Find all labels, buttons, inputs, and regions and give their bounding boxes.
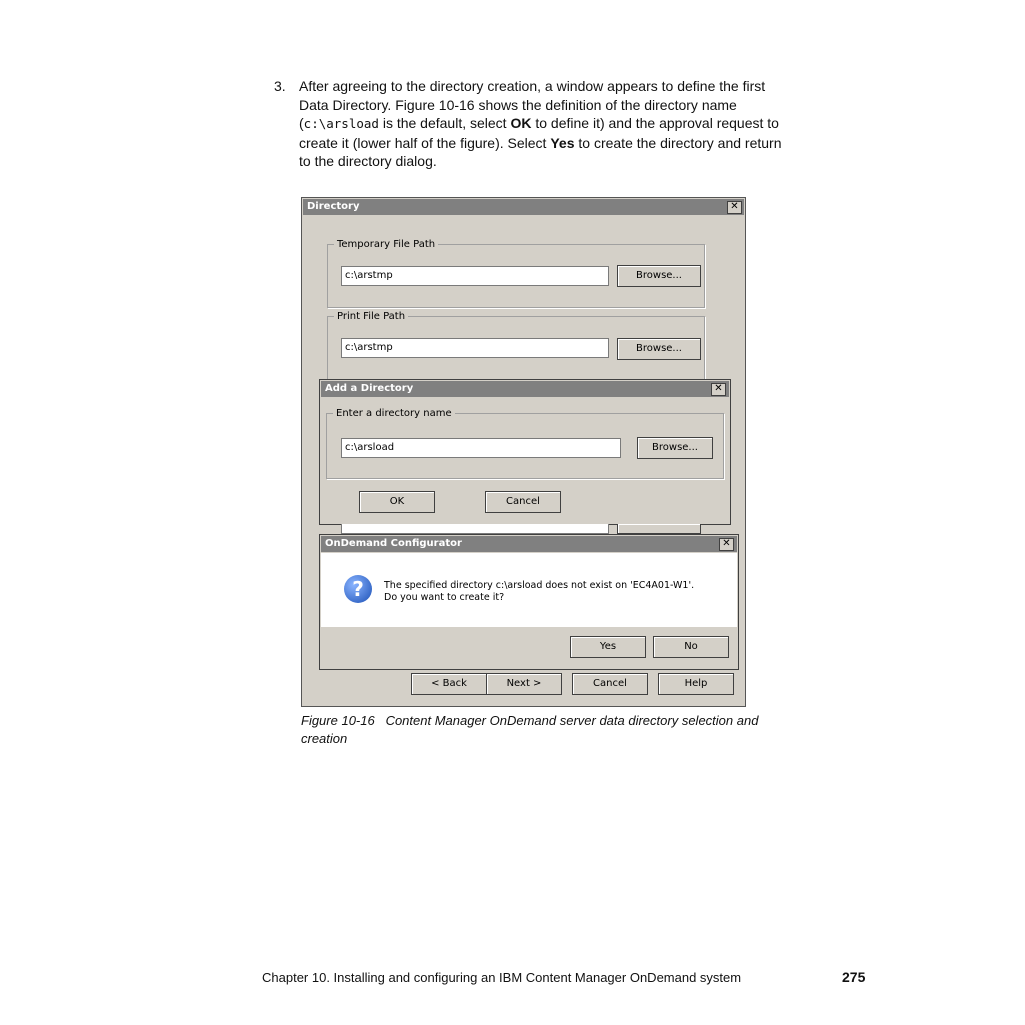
wizard-cancel-button[interactable]: Cancel (572, 673, 648, 695)
next-button[interactable]: Next > (486, 673, 562, 695)
hidden-browse-button (617, 524, 701, 534)
temp-browse-button[interactable]: Browse... (617, 265, 701, 287)
paragraph-line: (c:\arsload is the default, select OK to… (299, 114, 874, 134)
step-number: 3. (274, 78, 286, 94)
bold-span: OK (510, 115, 532, 132)
temp-path-label: Temporary File Path (334, 239, 439, 251)
paragraph-line: to the directory dialog. (299, 153, 437, 170)
caption-line: Figure 10-16 Content Manager OnDemand se… (301, 712, 861, 730)
paragraph-line: create it (lower half of the figure). Se… (299, 134, 874, 153)
temp-path-input[interactable]: c:\arstmp (341, 266, 609, 286)
caption-text: Content Manager OnDemand server data dir… (385, 713, 759, 728)
yes-button[interactable]: Yes (570, 636, 646, 658)
step-paragraph: 3. After agreeing to the directory creat… (274, 77, 874, 171)
configurator-dialog: OnDemand Configurator ✕ ? The specified … (319, 534, 739, 670)
paragraph-line: Data Directory. Figure 10-16 shows the d… (299, 96, 737, 113)
text-span: create it (lower half of the figure). Se… (299, 134, 551, 151)
caption-line: creation (301, 730, 348, 746)
ok-button[interactable]: OK (359, 491, 435, 513)
add-dialog-titlebar: Add a Directory (321, 381, 729, 397)
page-number: 275 (842, 969, 866, 985)
hidden-path-input (341, 524, 609, 534)
text-span: to create the directory and return (574, 134, 782, 151)
question-icon: ? (344, 575, 372, 603)
help-button[interactable]: Help (658, 673, 734, 695)
configurator-title: OnDemand Configurator (325, 538, 462, 549)
close-icon[interactable]: ✕ (719, 538, 734, 551)
caption-label: Figure 10-16 (301, 713, 375, 728)
directory-title: Directory (307, 201, 360, 212)
code-span: c:\arsload (303, 116, 379, 132)
paragraph-line: After agreeing to the directory creation… (299, 78, 766, 94)
cancel-button[interactable]: Cancel (485, 491, 561, 513)
print-path-input[interactable]: c:\arstmp (341, 338, 609, 358)
print-path-label: Print File Path (334, 311, 409, 323)
add-browse-button[interactable]: Browse... (637, 437, 713, 459)
directory-window: Directory ✕ Temporary File Path c:\arstm… (301, 197, 746, 707)
text-span: is the default, select (378, 115, 511, 132)
message-line: Do you want to create it? (384, 592, 505, 603)
directory-titlebar: Directory (303, 199, 744, 215)
message-line: The specified directory c:\arsload does … (384, 580, 695, 591)
print-browse-button[interactable]: Browse... (617, 338, 701, 360)
close-icon[interactable]: ✕ (727, 201, 742, 214)
no-button[interactable]: No (653, 636, 729, 658)
directory-name-input[interactable]: c:\arsload (341, 438, 621, 458)
close-icon[interactable]: ✕ (711, 383, 726, 396)
add-dialog-title: Add a Directory (325, 383, 414, 394)
figure-caption: Figure 10-16 Content Manager OnDemand se… (301, 712, 861, 747)
text-span: to define it) and the approval request t… (531, 115, 779, 132)
add-directory-dialog: Add a Directory ✕ Enter a directory name… (319, 379, 731, 525)
configurator-titlebar: OnDemand Configurator (321, 536, 737, 552)
back-button[interactable]: < Back (411, 673, 487, 695)
chapter-footer: Chapter 10. Installing and configuring a… (262, 970, 742, 985)
directory-name-label: Enter a directory name (333, 408, 455, 420)
bold-span: Yes (550, 134, 575, 151)
